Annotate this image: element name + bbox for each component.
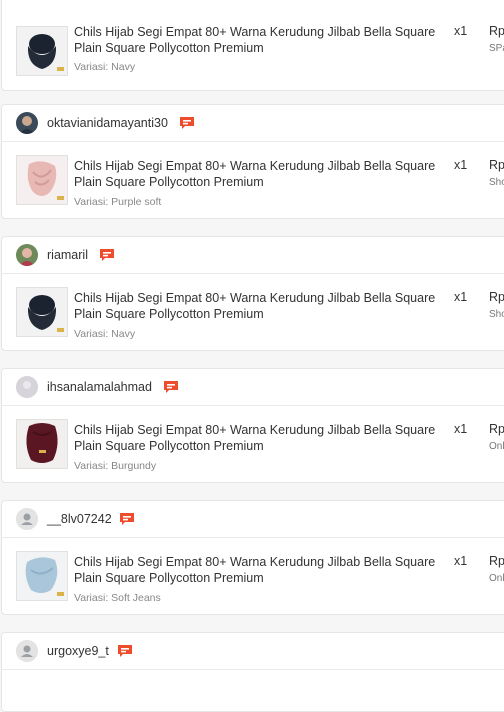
order-card-header: urgoxye9_t bbox=[2, 633, 504, 670]
chat-icon[interactable] bbox=[99, 248, 115, 262]
buyer-username[interactable]: oktavianidamayanti30 bbox=[47, 116, 168, 130]
product-title[interactable]: Chils Hijab Segi Empat 80+ Warna Kerudun… bbox=[74, 158, 456, 190]
product-thumbnail[interactable] bbox=[16, 419, 68, 469]
hijab-pink-image bbox=[17, 156, 67, 204]
order-card: Chils Hijab Segi Empat 80+ Warna Kerudun… bbox=[1, 0, 504, 91]
order-card-header: __8lv07242 bbox=[2, 501, 504, 538]
shipping-courier: Sho bbox=[489, 309, 504, 320]
product-quantity: x1 bbox=[454, 290, 468, 304]
order-card-header: oktavianidamayanti30 bbox=[2, 105, 504, 142]
order-list: Chils Hijab Segi Empat 80+ Warna Kerudun… bbox=[0, 0, 504, 712]
order-card: oktavianidamayanti30 Chils Hijab Segi Em… bbox=[1, 104, 504, 219]
order-card: ihsanalamalahmad Chils Hijab Segi Empat … bbox=[1, 368, 504, 483]
buyer-username[interactable]: __8lv07242 bbox=[47, 512, 112, 526]
product-variant: Variasi: Soft Jeans bbox=[74, 592, 161, 604]
product-quantity: x1 bbox=[454, 158, 468, 172]
hijab-burgundy-image bbox=[17, 420, 67, 468]
product-thumbnail[interactable] bbox=[16, 155, 68, 205]
chat-icon[interactable] bbox=[179, 116, 195, 130]
product-variant: Variasi: Burgundy bbox=[74, 460, 157, 472]
hijab-soft-jeans-image bbox=[17, 552, 67, 600]
order-item-row[interactable]: Chils Hijab Segi Empat 80+ Warna Kerudun… bbox=[2, 13, 504, 83]
product-thumbnail[interactable] bbox=[16, 287, 68, 337]
product-price: Rp bbox=[489, 24, 504, 38]
buyer-username[interactable]: urgoxye9_t bbox=[47, 644, 109, 658]
chat-icon[interactable] bbox=[119, 512, 135, 526]
shipping-courier: SPa bbox=[489, 43, 504, 54]
product-price: Rp bbox=[489, 422, 504, 436]
hijab-navy-image bbox=[17, 27, 67, 75]
product-title[interactable]: Chils Hijab Segi Empat 80+ Warna Kerudun… bbox=[74, 422, 456, 454]
buyer-username[interactable]: ihsanalamalahmad bbox=[47, 380, 152, 394]
avatar-photo-icon[interactable] bbox=[16, 244, 38, 266]
order-item-row[interactable]: Chils Hijab Segi Empat 80+ Warna Kerudun… bbox=[2, 141, 504, 219]
product-quantity: x1 bbox=[454, 422, 468, 436]
order-item-row[interactable]: Chils Hijab Segi Empat 80+ Warna Kerudun… bbox=[2, 537, 504, 615]
product-thumbnail[interactable] bbox=[16, 26, 68, 76]
order-item-row[interactable]: Chils Hijab Segi Empat 80+ Warna Kerudun… bbox=[2, 273, 504, 351]
order-card: urgoxye9_t bbox=[1, 632, 504, 712]
product-variant: Variasi: Navy bbox=[74, 61, 136, 73]
avatar-photo-icon[interactable] bbox=[16, 112, 38, 134]
shipping-courier: Sho bbox=[489, 177, 504, 188]
product-variant: Variasi: Purple soft bbox=[74, 196, 162, 208]
product-price: Rp bbox=[489, 290, 504, 304]
shipping-courier: Onl bbox=[489, 441, 504, 452]
chat-icon[interactable] bbox=[117, 644, 133, 658]
order-card: riamaril Chils Hijab Segi Empat 80+ Warn… bbox=[1, 236, 504, 351]
product-title[interactable]: Chils Hijab Segi Empat 80+ Warna Kerudun… bbox=[74, 290, 456, 322]
order-item-row[interactable]: Chils Hijab Segi Empat 80+ Warna Kerudun… bbox=[2, 405, 504, 483]
default-user-avatar-icon[interactable] bbox=[16, 508, 38, 530]
order-card-header: riamaril bbox=[2, 237, 504, 274]
product-quantity: x1 bbox=[454, 24, 468, 38]
default-user-avatar-icon[interactable] bbox=[16, 640, 38, 662]
product-variant: Variasi: Navy bbox=[74, 328, 136, 340]
shipping-courier: Onl bbox=[489, 573, 504, 584]
order-card-header: ihsanalamalahmad bbox=[2, 369, 504, 406]
buyer-username[interactable]: riamaril bbox=[47, 248, 88, 262]
product-title[interactable]: Chils Hijab Segi Empat 80+ Warna Kerudun… bbox=[74, 24, 456, 56]
product-title[interactable]: Chils Hijab Segi Empat 80+ Warna Kerudun… bbox=[74, 554, 456, 586]
product-thumbnail[interactable] bbox=[16, 551, 68, 601]
order-card: __8lv07242 Chils Hijab Segi Empat 80+ Wa… bbox=[1, 500, 504, 615]
product-price: Rp bbox=[489, 158, 504, 172]
avatar-photo-icon[interactable] bbox=[16, 376, 38, 398]
hijab-navy-image bbox=[17, 288, 67, 336]
product-price: Rp bbox=[489, 554, 504, 568]
chat-icon[interactable] bbox=[163, 380, 179, 394]
product-quantity: x1 bbox=[454, 554, 468, 568]
